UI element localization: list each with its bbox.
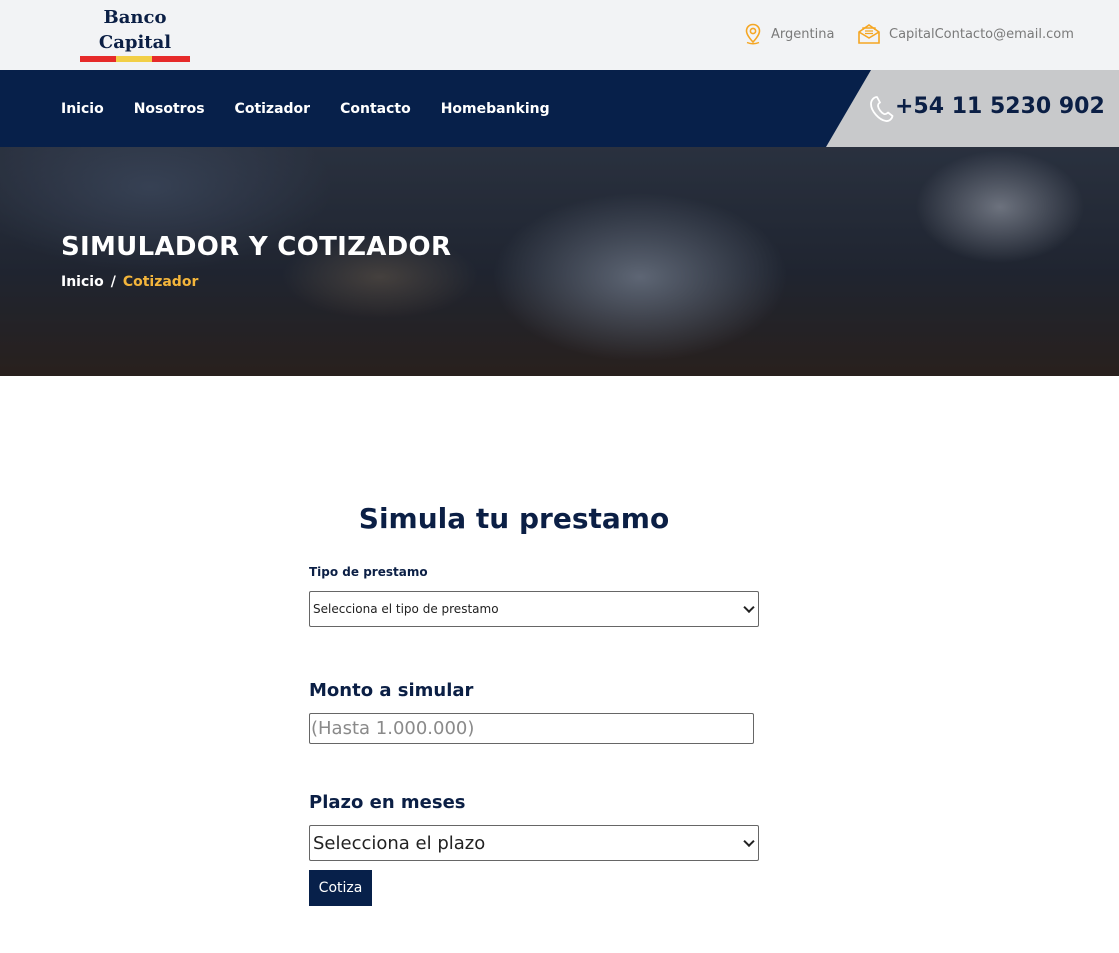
breadcrumb-current: Cotizador <box>122 274 199 290</box>
logo-stripe-red <box>152 56 190 62</box>
loan-type-select[interactable]: Selecciona el tipo de prestamo <box>309 591 759 627</box>
country-text: Argentina <box>771 26 835 42</box>
term-select[interactable]: Selecciona el plazo <box>309 825 759 861</box>
amount-label: Monto a simular <box>309 680 474 701</box>
nav-item-contacto[interactable]: Contacto <box>340 101 411 117</box>
breadcrumb-home-link[interactable]: Inicio <box>61 274 104 290</box>
nav-item-nosotros[interactable]: Nosotros <box>134 101 205 117</box>
nav-menu: Inicio Nosotros Cotizador Contacto Homeb… <box>61 70 580 147</box>
location-pin-icon <box>743 23 763 45</box>
logo-text-line1: Banco <box>103 7 167 28</box>
bank-logo[interactable]: Banco Capital <box>80 6 190 64</box>
phone-icon <box>868 94 896 124</box>
breadcrumb: Inicio / Cotizador <box>61 274 198 290</box>
logo-stripe-red <box>80 56 116 62</box>
top-bar: Banco Capital Argentina CapitalContacto@… <box>0 0 1119 70</box>
nav-item-homebanking[interactable]: Homebanking <box>441 101 550 117</box>
loan-type-label: Tipo de prestamo <box>309 565 428 579</box>
envelope-icon <box>857 23 881 45</box>
logo-text-line2: Capital <box>98 32 172 53</box>
chevron-down-icon <box>743 835 755 848</box>
main-nav: Inicio Nosotros Cotizador Contacto Homeb… <box>0 70 1119 147</box>
amount-input[interactable] <box>309 713 754 744</box>
cotiza-button[interactable]: Cotiza <box>309 870 372 906</box>
phone-number[interactable]: +54 11 5230 902 <box>895 94 1105 119</box>
form-title: Simula tu prestamo <box>358 502 670 535</box>
term-selected-value: Selecciona el plazo <box>313 832 486 854</box>
email-info[interactable]: CapitalContacto@email.com <box>857 22 1074 46</box>
logo-stripes <box>80 56 190 62</box>
phone-box: +54 11 5230 902 <box>826 70 1119 147</box>
email-text: CapitalContacto@email.com <box>889 26 1074 42</box>
hero-banner: SIMULADOR Y COTIZADOR Inicio / Cotizador <box>0 147 1119 376</box>
nav-item-cotizador[interactable]: Cotizador <box>235 101 311 117</box>
term-label: Plazo en meses <box>309 792 466 813</box>
logo-stripe-yellow <box>116 56 152 62</box>
nav-item-inicio[interactable]: Inicio <box>61 101 104 117</box>
country-info: Argentina <box>743 22 834 46</box>
loan-type-selected-value: Selecciona el tipo de prestamo <box>313 602 499 616</box>
chevron-down-icon <box>743 601 755 614</box>
breadcrumb-separator: / <box>110 274 116 290</box>
page-title: SIMULADOR Y COTIZADOR <box>61 232 452 262</box>
